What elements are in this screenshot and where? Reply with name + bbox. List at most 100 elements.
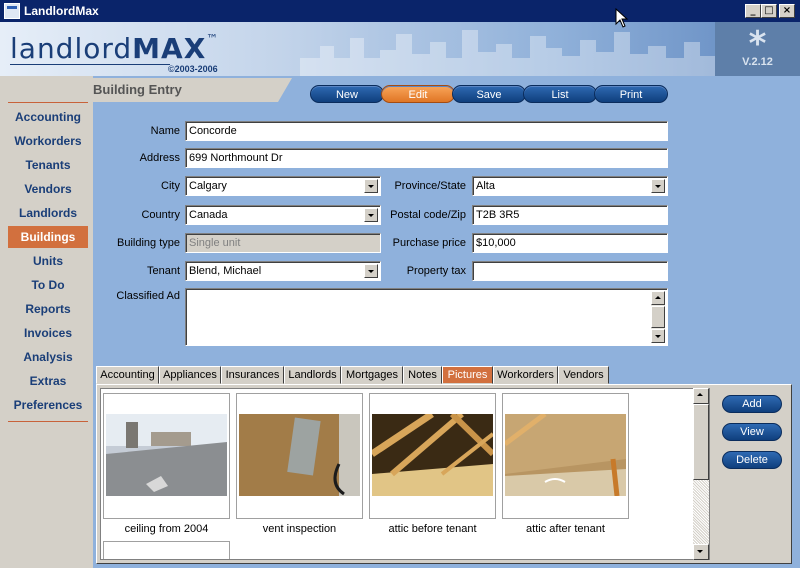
picture-caption: attic after tenant — [526, 523, 605, 535]
province-select[interactable]: Alta — [472, 176, 668, 196]
sidebar-item-units[interactable]: Units — [8, 250, 88, 272]
save-button[interactable]: Save — [452, 85, 526, 103]
sidebar-item-to-do[interactable]: To Do — [8, 274, 88, 296]
delete-picture-button[interactable]: Delete — [722, 451, 782, 469]
app-logo: landlordMAX™ — [10, 32, 219, 65]
province-value: Alta — [476, 180, 495, 192]
copyright-text: ©2003-2006 — [168, 64, 218, 74]
tab-appliances[interactable]: Appliances — [159, 366, 221, 384]
sidebar-item-extras[interactable]: Extras — [8, 370, 88, 392]
country-value: Canada — [189, 209, 228, 221]
roof-photo — [106, 414, 227, 496]
province-label: Province/State — [394, 180, 466, 192]
app-header: landlordMAX™ ©2003-2006 * V.2.12 — [0, 22, 800, 76]
version-label: V.2.12 — [742, 56, 773, 68]
scroll-down-icon[interactable] — [651, 329, 665, 343]
tab-accounting[interactable]: Accounting — [96, 366, 159, 384]
sidebar-divider-top — [8, 102, 88, 103]
sidebar-item-landlords[interactable]: Landlords — [8, 202, 88, 224]
gallery-scrollbar[interactable] — [693, 388, 709, 560]
view-picture-button[interactable]: View — [722, 423, 782, 441]
title-bar: LandlordMax _ □ × — [0, 0, 800, 22]
scroll-up-icon[interactable] — [651, 291, 665, 305]
city-select[interactable]: Calgary — [185, 176, 381, 196]
add-picture-button[interactable]: Add — [722, 395, 782, 413]
logo-text-bold: MAX — [132, 32, 207, 65]
attic-before-photo — [372, 414, 493, 496]
list-button[interactable]: List — [523, 85, 597, 103]
scroll-up-icon[interactable] — [693, 388, 709, 404]
sidebar-item-workorders[interactable]: Workorders — [8, 130, 88, 152]
window-title: LandlordMax — [24, 4, 99, 18]
sidebar-item-invoices[interactable]: Invoices — [8, 322, 88, 344]
sidebar-item-vendors[interactable]: Vendors — [8, 178, 88, 200]
tab-insurances[interactable]: Insurances — [221, 366, 284, 384]
picture-caption: ceiling from 2004 — [124, 523, 209, 535]
gallery-scroll-track[interactable] — [693, 388, 709, 560]
vent-photo — [239, 414, 360, 496]
close-icon[interactable]: × — [779, 4, 795, 18]
purchase-price-field[interactable]: $10,000 — [472, 233, 668, 253]
country-select[interactable]: Canada — [185, 205, 381, 225]
address-field[interactable]: 699 Northmount Dr — [185, 148, 668, 168]
sidebar-item-preferences[interactable]: Preferences — [8, 394, 88, 416]
picture-card[interactable] — [236, 393, 363, 519]
maximize-icon[interactable]: □ — [761, 4, 777, 18]
print-button[interactable]: Print — [594, 85, 668, 103]
country-label: Country — [141, 209, 180, 221]
sidebar-item-buildings[interactable]: Buildings — [8, 226, 88, 248]
sidebar-item-analysis[interactable]: Analysis — [8, 346, 88, 368]
tab-vendors[interactable]: Vendors — [558, 366, 609, 384]
property-tax-label: Property tax — [406, 265, 466, 277]
tab-notes[interactable]: Notes — [403, 366, 442, 384]
property-tax-field[interactable] — [472, 261, 668, 281]
logo-underline — [10, 64, 170, 65]
tenant-select[interactable]: Blend, Michael — [185, 261, 381, 281]
tenant-value: Blend, Michael — [189, 265, 262, 277]
address-label: Address — [139, 152, 180, 164]
logo-trademark: ™ — [206, 32, 220, 46]
picture-caption: vent inspection — [262, 523, 337, 535]
mouse-cursor-icon — [615, 8, 629, 28]
sidebar-item-accounting[interactable]: Accounting — [8, 106, 88, 128]
picture-card[interactable] — [369, 393, 496, 519]
scroll-thumb[interactable] — [693, 404, 709, 480]
picture-card[interactable] — [502, 393, 629, 519]
picture-gallery: ceiling from 2004 vent inspection attic … — [100, 388, 710, 560]
attic-after-photo — [505, 414, 626, 496]
building-type-label: Building type — [117, 237, 180, 249]
picture-caption: attic before tenant — [388, 523, 477, 535]
postal-code-field[interactable]: T2B 3R5 — [472, 205, 668, 225]
sidebar-item-tenants[interactable]: Tenants — [8, 154, 88, 176]
purchase-price-label: Purchase price — [392, 237, 466, 249]
sidebar-item-reports[interactable]: Reports — [8, 298, 88, 320]
postal-code-label: Postal code/Zip — [390, 209, 466, 221]
tab-pictures[interactable]: Pictures — [442, 366, 493, 384]
classified-ad-scrollbar[interactable] — [651, 291, 665, 343]
city-value: Calgary — [189, 180, 227, 192]
sidebar-divider-bottom — [8, 421, 88, 422]
tab-mortgages[interactable]: Mortgages — [341, 366, 403, 384]
page-title: Building Entry — [93, 82, 182, 97]
picture-card[interactable] — [103, 393, 230, 519]
name-field[interactable]: Concorde — [185, 121, 668, 141]
minimize-icon[interactable]: _ — [745, 4, 761, 18]
classified-ad-textarea[interactable] — [185, 288, 668, 346]
skyline-graphic — [300, 30, 720, 76]
city-label: City — [161, 180, 180, 192]
app-icon — [4, 3, 20, 19]
chevron-down-icon[interactable] — [651, 179, 665, 193]
scroll-thumb[interactable] — [651, 306, 665, 328]
scroll-down-icon[interactable] — [693, 544, 709, 560]
picture-card[interactable] — [103, 541, 230, 559]
name-label: Name — [150, 125, 180, 137]
sidebar: Accounting Workorders Tenants Vendors La… — [0, 76, 93, 568]
new-button[interactable]: New — [310, 85, 384, 103]
version-box: * V.2.12 — [715, 22, 800, 76]
edit-button[interactable]: Edit — [381, 85, 455, 103]
building-type-field: Single unit — [185, 233, 381, 253]
tab-landlords[interactable]: Landlords — [284, 366, 341, 384]
classified-ad-label: Classified Ad — [116, 290, 180, 302]
tab-workorders[interactable]: Workorders — [493, 366, 558, 384]
logo-text-light: landlord — [10, 32, 133, 65]
